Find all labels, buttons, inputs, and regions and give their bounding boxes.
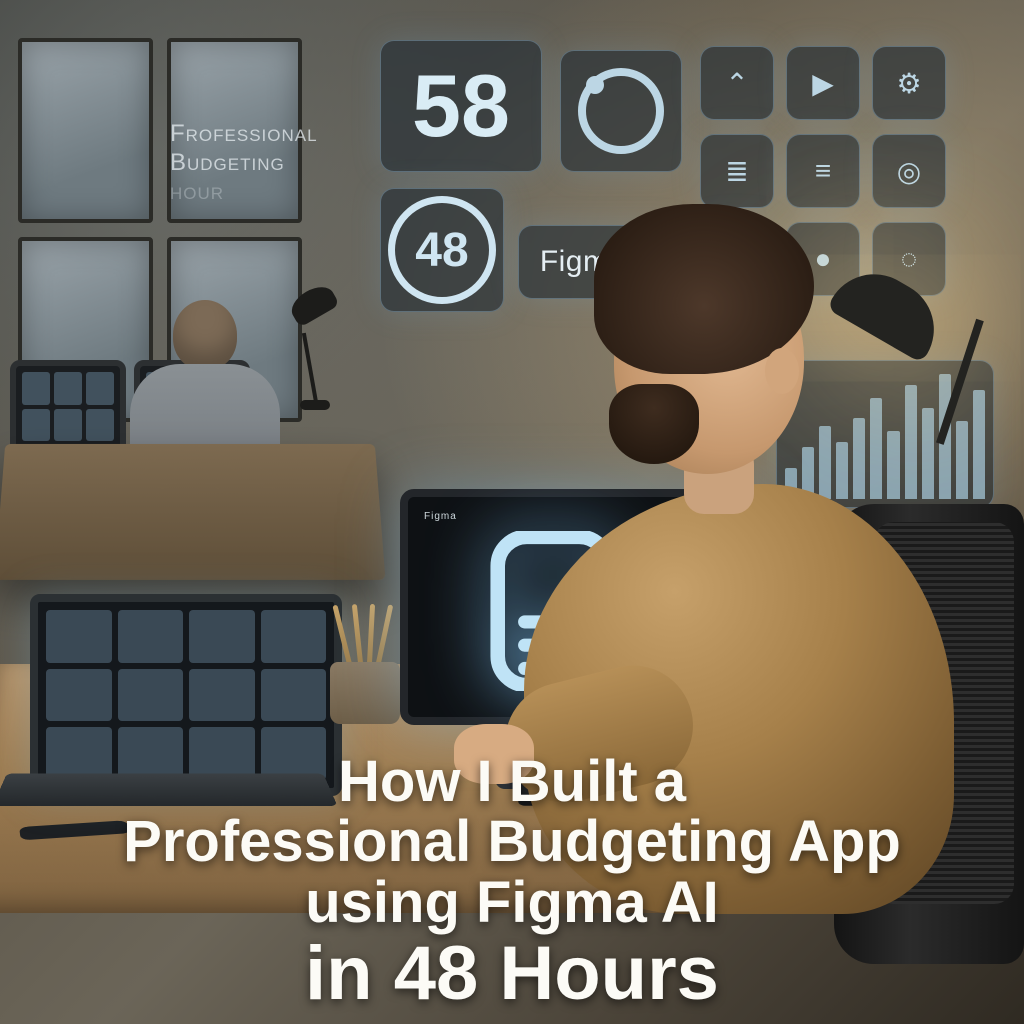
ghost-line: Frofessional [170, 120, 318, 149]
holo-circle-number: 48 [415, 223, 468, 278]
holo-48-badge: 48 [380, 188, 504, 312]
monitor-brand-label: Figma [424, 511, 457, 522]
holo-chevron-icon: ⌃ [700, 46, 774, 120]
headline-line-3: using Figma AI [0, 873, 1024, 934]
holo-target-icon [560, 50, 682, 172]
floating-ghost-text: Frofessional Budgeting hour [170, 120, 318, 206]
background-desk-lamp [280, 290, 360, 410]
headline-line-4: in 48 Hours [0, 934, 1024, 1014]
holo-info-icon: ◎ [872, 134, 946, 208]
pencil-cup [330, 644, 400, 724]
headline-line-1: How I Built a [0, 752, 1024, 813]
ghost-line: hour [170, 178, 318, 207]
ghost-line: Budgeting [170, 149, 318, 178]
background-desk [0, 444, 386, 580]
thumbnail-scene: Frofessional Budgeting hour 58 ⌃ ▶ ⚙ ≣ ≡… [0, 0, 1024, 1024]
holo-doc-icon: ≣ [700, 134, 774, 208]
holo-play-icon: ▶ [786, 46, 860, 120]
holo-big-number: 58 [412, 55, 510, 157]
holo-gear-icon: ⚙ [872, 46, 946, 120]
headline-line-2: Professional Budgeting App [0, 812, 1024, 873]
holo-list-icon: ≡ [786, 134, 860, 208]
headline-text: How I Built a Professional Budgeting App… [0, 752, 1024, 1014]
holo-big-number-card: 58 [380, 40, 542, 172]
